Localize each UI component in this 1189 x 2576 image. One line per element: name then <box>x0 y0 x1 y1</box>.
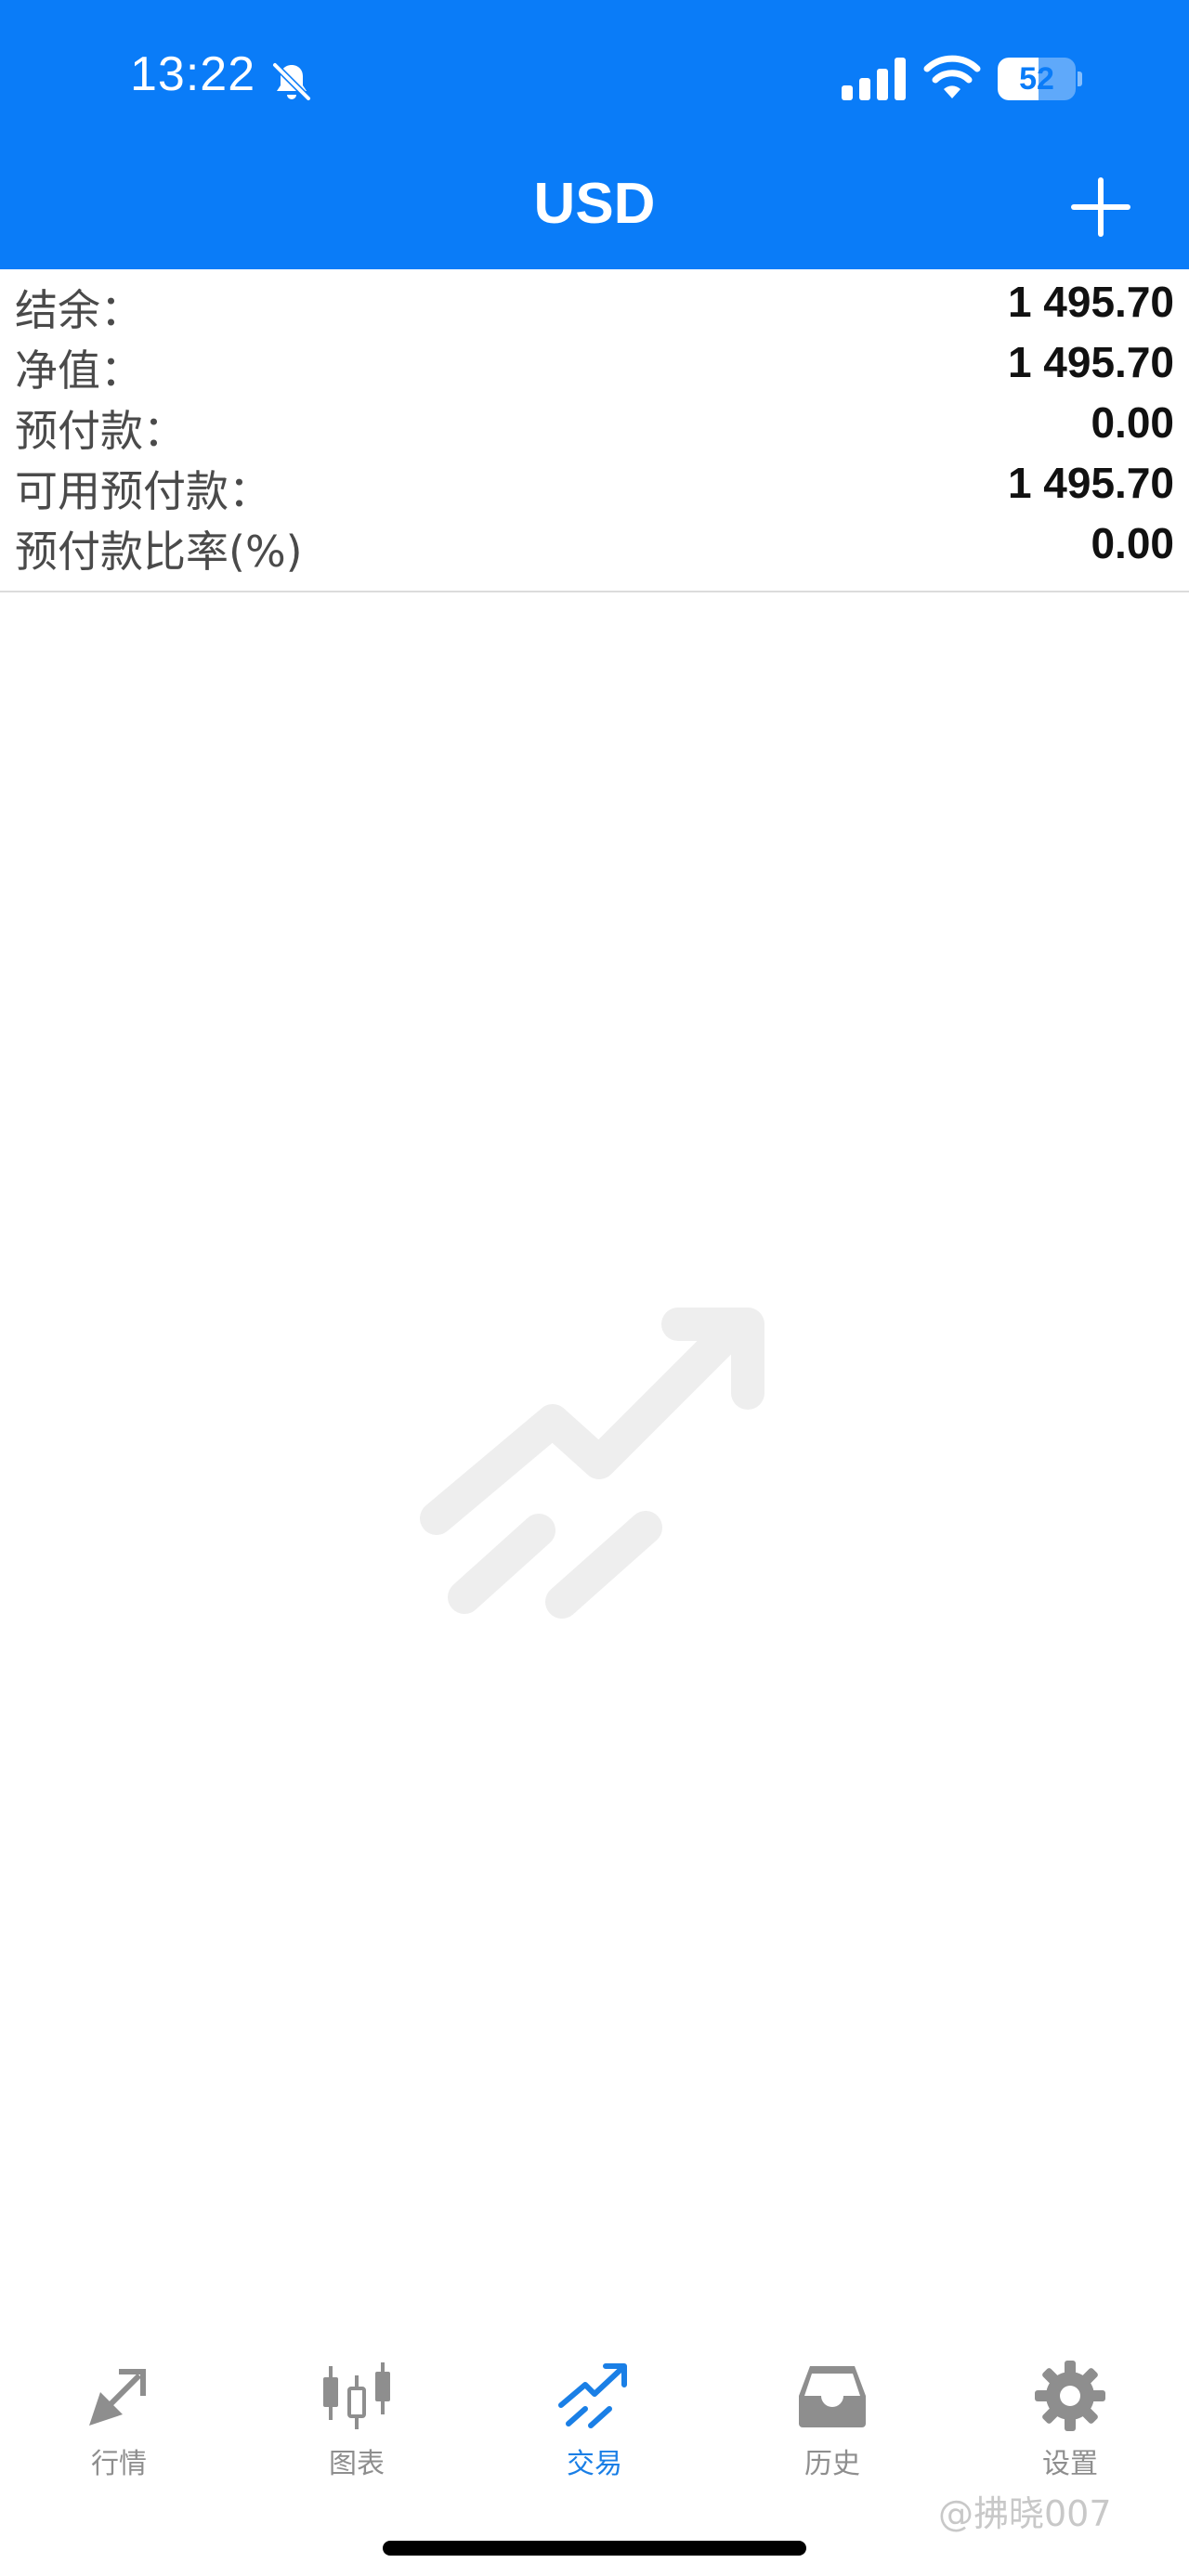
summary-row-balance: 结余： 1 495.70 <box>0 269 1189 335</box>
status-time: 13:22 <box>130 47 256 101</box>
tab-history-label: 历史 <box>804 2448 860 2480</box>
history-inbox-icon <box>799 2366 866 2427</box>
tab-history[interactable]: 历史 <box>713 2340 951 2489</box>
bell-off-icon <box>272 62 311 101</box>
tab-trade[interactable]: 交易 <box>476 2340 713 2489</box>
equity-value: 1 495.70 <box>1007 338 1174 386</box>
battery-icon: 52 <box>998 58 1083 100</box>
watermark: @拂晓007 <box>938 2493 1112 2534</box>
trading-chart-icon <box>420 1308 764 1619</box>
wifi-icon <box>923 55 981 98</box>
battery-cap <box>1078 72 1082 86</box>
summary-row-equity: 净值： 1 495.70 <box>0 330 1189 396</box>
tab-settings-label: 设置 <box>1042 2448 1098 2480</box>
summary-row-margin-level: 预付款比率(%) 0.00 <box>0 511 1189 577</box>
margin-value: 0.00 <box>1091 398 1174 447</box>
quotes-arrows-icon <box>89 2369 146 2426</box>
tab-settings[interactable]: 设置 <box>951 2340 1189 2489</box>
cellular-signal-icon <box>842 58 906 100</box>
status-bar: 13:22 52 <box>0 0 1189 149</box>
tab-trade-label: 交易 <box>567 2448 622 2480</box>
tab-quotes[interactable]: 行情 <box>0 2340 238 2489</box>
nav-bar: USD <box>0 149 1189 269</box>
account-summary: 结余： 1 495.70 净值： 1 495.70 预付款： 0.00 可用预付… <box>0 269 1189 592</box>
free-margin-value: 1 495.70 <box>1007 459 1174 507</box>
summary-row-margin: 预付款： 0.00 <box>0 390 1189 456</box>
summary-row-free-margin: 可用预付款： 1 495.70 <box>0 450 1189 516</box>
candlestick-icon <box>323 2362 390 2429</box>
margin-level-value: 0.00 <box>1091 519 1174 567</box>
margin-level-label: 预付款比率(%) <box>15 527 303 577</box>
battery-level: 52 <box>1019 61 1054 97</box>
tab-charts-label: 图表 <box>329 2448 385 2480</box>
tab-quotes-label: 行情 <box>91 2448 147 2480</box>
tab-bar: 行情 图表 交易 历史 设置 <box>0 2340 1189 2489</box>
tab-charts[interactable]: 图表 <box>238 2340 476 2489</box>
gear-icon <box>1035 2361 1105 2431</box>
home-indicator[interactable] <box>383 2541 806 2556</box>
battery-body: 52 <box>998 58 1076 100</box>
page-title: USD <box>533 172 656 236</box>
trade-icon <box>558 2363 627 2428</box>
balance-value: 1 495.70 <box>1007 278 1174 326</box>
plus-icon[interactable] <box>1068 175 1133 240</box>
